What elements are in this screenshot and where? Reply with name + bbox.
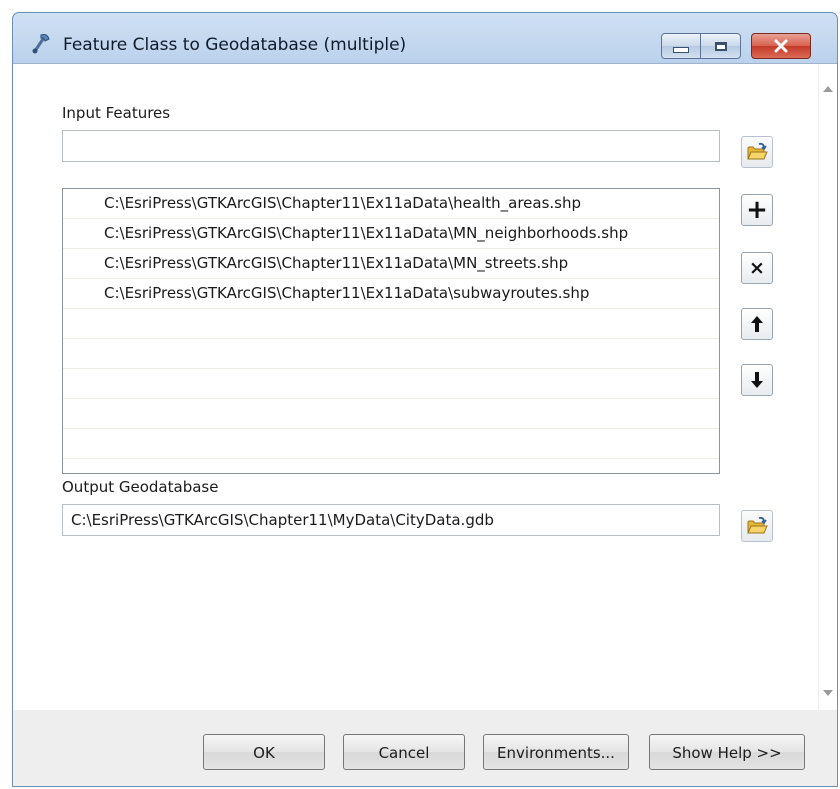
environments-button[interactable]: Environments... <box>483 734 629 770</box>
input-features-label: Input Features <box>62 104 171 122</box>
browse-input-button[interactable] <box>741 136 773 168</box>
arrow-down-icon <box>751 372 763 388</box>
browse-output-button[interactable] <box>741 510 773 542</box>
list-item-empty <box>63 399 719 429</box>
arrow-up-icon <box>751 316 763 332</box>
list-item[interactable]: C:\EsriPress\GTKArcGIS\Chapter11\Ex11aDa… <box>63 279 719 309</box>
show-help-button[interactable]: Show Help >> <box>649 734 805 770</box>
remove-item-button[interactable]: × <box>741 252 773 284</box>
open-folder-icon <box>747 516 768 534</box>
input-features-list[interactable]: C:\EsriPress\GTKArcGIS\Chapter11\Ex11aDa… <box>62 188 720 474</box>
list-item-empty <box>63 429 719 459</box>
x-icon: × <box>749 257 765 279</box>
list-item-empty <box>63 369 719 399</box>
close-icon <box>774 39 788 53</box>
title-bar[interactable]: Feature Class to Geodatabase (multiple) <box>13 13 837 63</box>
move-up-button[interactable] <box>741 308 773 340</box>
geoprocessing-tool-icon <box>31 31 53 55</box>
plus-icon: + <box>746 195 768 225</box>
list-item[interactable]: C:\EsriPress\GTKArcGIS\Chapter11\Ex11aDa… <box>63 189 719 219</box>
window-title: Feature Class to Geodatabase (multiple) <box>63 35 407 55</box>
list-item-empty <box>63 309 719 339</box>
list-item[interactable]: C:\EsriPress\GTKArcGIS\Chapter11\Ex11aDa… <box>63 219 719 249</box>
minimize-icon <box>673 47 689 53</box>
scroll-up-icon[interactable] <box>823 86 833 92</box>
vertical-scrollbar[interactable] <box>818 64 837 710</box>
close-button[interactable] <box>751 33 811 59</box>
maximize-icon <box>714 41 727 51</box>
minimize-button[interactable] <box>661 33 701 59</box>
output-geodatabase-label: Output Geodatabase <box>62 478 219 496</box>
move-down-button[interactable] <box>741 364 773 396</box>
output-geodatabase-field[interactable]: C:\EsriPress\GTKArcGIS\Chapter11\MyData\… <box>62 504 720 536</box>
list-item[interactable]: C:\EsriPress\GTKArcGIS\Chapter11\Ex11aDa… <box>63 249 719 279</box>
add-item-button[interactable]: + <box>741 194 773 226</box>
cancel-button[interactable]: Cancel <box>343 734 465 770</box>
open-folder-icon <box>747 142 768 160</box>
dialog-content: Input Features C:\EsriPress\GTKArcGIS\Ch… <box>13 63 837 711</box>
ok-button[interactable]: OK <box>203 734 325 770</box>
list-item-empty <box>63 339 719 369</box>
input-features-field[interactable] <box>62 130 720 162</box>
scroll-down-icon[interactable] <box>823 690 833 696</box>
tool-dialog-window: Feature Class to Geodatabase (multiple) … <box>12 12 838 787</box>
button-bar: OK Cancel Environments... Show Help >> <box>13 710 837 786</box>
maximize-button[interactable] <box>701 33 741 59</box>
